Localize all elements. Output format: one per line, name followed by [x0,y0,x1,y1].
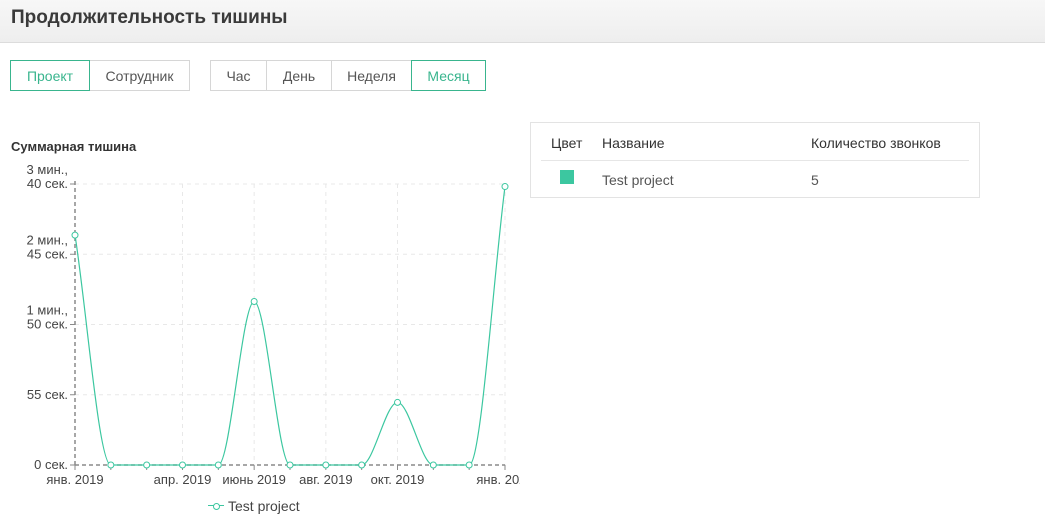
data-point [358,461,366,469]
legend-label: Test project [228,498,300,514]
data-point [322,461,330,469]
series-line-test-project [74,186,506,466]
tab-hour[interactable]: Час [210,60,267,91]
group-tabs: Проект Сотрудник [10,60,190,91]
table-row-name: Test project [602,172,674,188]
data-point [286,461,294,469]
data-point [394,398,401,406]
x-tick-label: янв. 2019 [46,472,103,487]
data-point [250,298,258,306]
data-point [501,183,509,191]
y-tick-label: 3 мин., 40 сек. [27,165,68,191]
page-header: Продолжительность тишины [0,0,1045,43]
x-tick-label: окт. 2019 [371,472,425,487]
y-tick-label: 1 мин., 50 сек. [27,303,68,332]
page-title: Продолжительность тишины [11,7,288,28]
y-tick-label: 0 сек. [34,457,68,472]
data-point [179,461,186,469]
column-header-calls: Количество звонков [811,135,941,151]
data-point [465,461,473,469]
data-point [429,461,437,469]
x-tick-label: апр. 2019 [154,472,212,487]
chart-title: Суммарная тишина [11,139,137,154]
projects-table: Цвет Название Количество звонков Test pr… [530,122,980,198]
data-point [214,461,222,469]
table-row-color-swatch [560,170,574,184]
chart-legend-item[interactable]: Test project [208,498,300,514]
tab-month[interactable]: Месяц [411,60,486,91]
x-tick-label: июнь 2019 [222,472,286,487]
tab-week[interactable]: Неделя [331,60,412,91]
period-tabs: Час День Неделя Месяц [210,60,486,91]
data-point [143,461,151,469]
tab-employee[interactable]: Сотрудник [89,60,190,91]
data-point [107,461,115,469]
legend-line-marker-icon [208,501,224,511]
x-tick-label: янв. 2020 [476,472,520,487]
tab-project[interactable]: Проект [10,60,90,91]
table-divider [541,160,969,161]
column-header-name: Название [602,135,665,151]
x-tick-label: авг. 2019 [299,472,352,487]
tab-day[interactable]: День [266,60,332,91]
table-row-calls: 5 [811,172,819,188]
column-header-color: Цвет [551,135,583,151]
y-tick-label: 55 сек. [27,387,68,402]
data-point [71,231,79,239]
y-tick-label: 2 мин., 45 сек. [27,232,68,261]
silence-line-chart: 0 сек. 55 сек. 1 мин., 50 сек. 2 мин., 45 сек… [27,165,520,487]
